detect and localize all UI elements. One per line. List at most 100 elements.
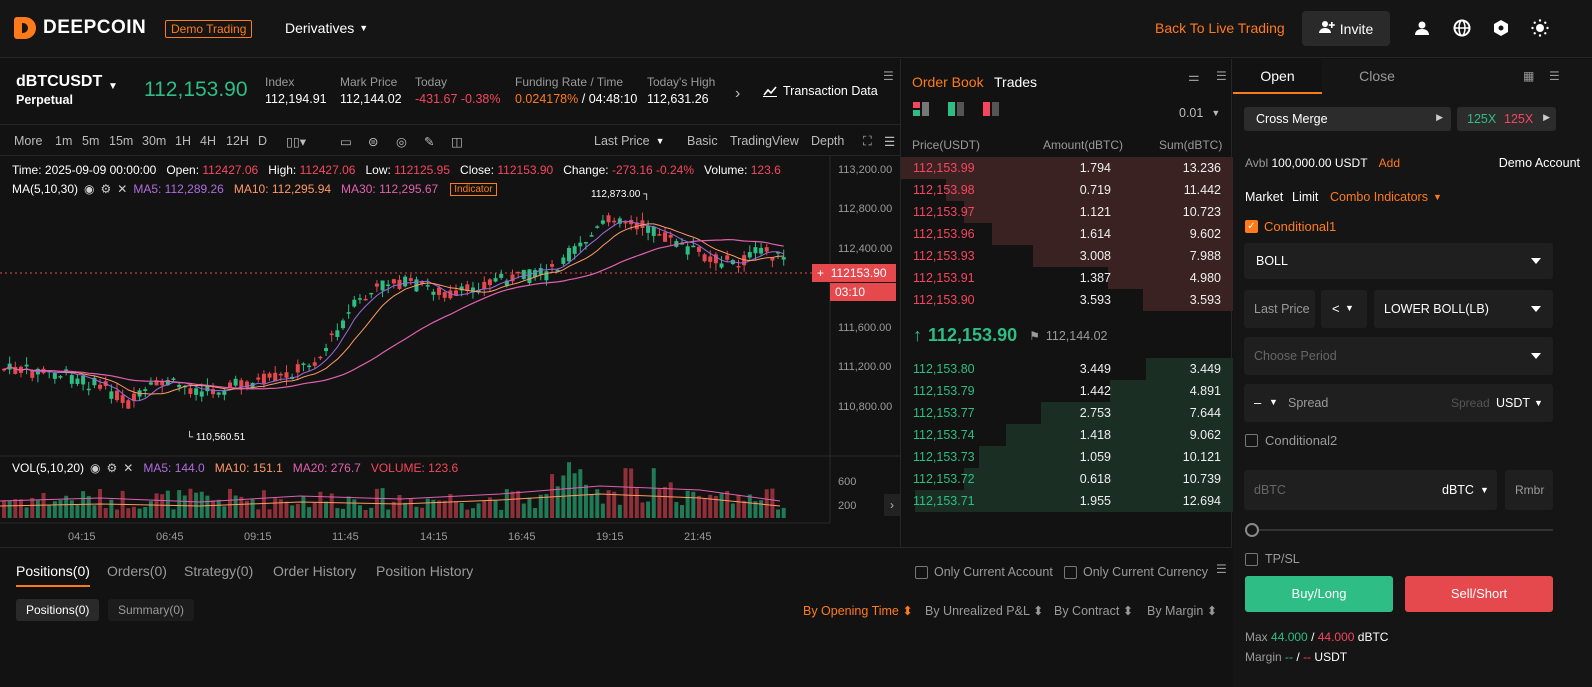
tab-position-history[interactable]: Position History (376, 563, 473, 579)
tab-strategy[interactable]: Strategy(0) (184, 563, 253, 579)
user-icon[interactable] (1412, 18, 1432, 38)
ask-row[interactable]: 112,153.93 3.008 7.988 (901, 245, 1233, 267)
bid-row[interactable]: 112,153.72 0.618 10.739 (901, 468, 1233, 490)
chevron-right-icon[interactable]: › (735, 85, 740, 103)
quantity-input[interactable]: dBTC dBTC ▼ (1244, 470, 1497, 510)
symbol-caret-icon[interactable]: ▼ (108, 81, 118, 92)
gear-icon[interactable]: ⚙ (101, 182, 112, 196)
sort-opening-time[interactable]: By Opening Time ⬍ (803, 603, 913, 618)
leverage-select[interactable]: 125X 125X ▶ (1457, 107, 1556, 131)
compare-icon[interactable]: ⊜ (368, 134, 378, 149)
menu-lines-icon[interactable]: ☰ (1216, 69, 1227, 83)
settings-icon[interactable]: ◎ (396, 134, 407, 149)
rmbr-button[interactable]: Rmbr (1505, 470, 1553, 510)
subtab-summary[interactable]: Summary(0) (108, 599, 195, 621)
eye-icon[interactable]: ◉ (84, 182, 94, 196)
view-basic[interactable]: Basic (687, 134, 718, 148)
ordertype-limit[interactable]: Limit (1292, 190, 1318, 204)
ordertype-combo[interactable]: Combo Indicators ▼ (1330, 190, 1442, 204)
bid-row[interactable]: 112,153.80 3.449 3.449 (901, 358, 1233, 380)
interval-15m[interactable]: 15m (109, 134, 133, 148)
scroll-right-icon[interactable]: › (884, 494, 900, 516)
only-current-account[interactable]: Only Current Account (915, 565, 1053, 579)
sign-select[interactable]: – (1254, 395, 1261, 410)
bid-row[interactable]: 112,153.73 1.059 10.121 (901, 446, 1233, 468)
sort-contract[interactable]: By Contract ⬍ (1054, 603, 1133, 618)
candle-type-icon[interactable]: ▯▯▾ (286, 134, 306, 149)
ask-row[interactable]: 112,153.97 1.121 10.723 (901, 201, 1233, 223)
sort-margin[interactable]: By Margin ⬍ (1147, 603, 1217, 618)
demo-trading-badge[interactable]: Demo Trading (165, 20, 253, 38)
price-type-select[interactable]: Last Price ▼ (594, 134, 665, 148)
invite-button[interactable]: Invite (1302, 11, 1390, 46)
fullscreen-icon[interactable]: ⛶ (863, 134, 872, 149)
interval-12h[interactable]: 12H (226, 134, 249, 148)
buy-long-button[interactable]: Buy/Long (1245, 576, 1393, 612)
interval-4h[interactable]: 4H (200, 134, 216, 148)
spread-input[interactable]: – ▼ Spread Spread USDT ▼ (1244, 384, 1553, 422)
bid-row[interactable]: 112,153.71 1.955 12.694 (901, 490, 1233, 512)
derivatives-menu[interactable]: Derivatives ▼ (285, 20, 368, 36)
checkbox-checked-icon[interactable]: ✓ (1245, 220, 1258, 233)
kline-chart[interactable]: 113,200.00 112,800.00 112,400.00 111,600.00… (0, 156, 900, 546)
view-depth[interactable]: Depth (811, 134, 844, 148)
conditional2-toggle[interactable]: Conditional2 (1245, 433, 1337, 448)
transaction-data-button[interactable]: Transaction Data (763, 84, 878, 98)
camera-icon[interactable]: ◫ (451, 134, 463, 149)
add-funds-link[interactable]: Add (1379, 156, 1400, 170)
ask-row[interactable]: 112,153.96 1.614 9.602 (901, 223, 1233, 245)
checkbox-icon[interactable] (1245, 552, 1258, 566)
theme-sun-icon[interactable] (1530, 18, 1550, 38)
operator-select[interactable]: < ▼ (1321, 290, 1367, 328)
indicator-badge[interactable]: Indicator (450, 182, 497, 196)
view-tradingview[interactable]: TradingView (730, 134, 799, 148)
tab-order-book[interactable]: Order Book (912, 74, 984, 90)
book-asks-icon[interactable] (983, 102, 999, 119)
settings-hex-icon[interactable] (1491, 18, 1511, 38)
plus-icon[interactable]: + (817, 266, 824, 280)
eye-icon[interactable]: ◉ (90, 461, 100, 475)
tab-close[interactable]: Close (1322, 59, 1432, 94)
price-step-select[interactable]: 0.01 ▼ (1179, 106, 1220, 120)
period-select[interactable]: Choose Period (1244, 337, 1553, 375)
tab-order-history[interactable]: Order History (273, 563, 356, 579)
spread-unit[interactable]: USDT (1496, 396, 1530, 410)
menu-lines-icon[interactable]: ☰ (884, 134, 895, 149)
tab-open[interactable]: Open (1233, 59, 1322, 94)
tab-positions[interactable]: Positions(0) (16, 563, 90, 587)
sell-short-button[interactable]: Sell/Short (1405, 576, 1553, 612)
interval-5m[interactable]: 5m (82, 134, 99, 148)
checkbox-icon[interactable] (1064, 565, 1077, 579)
tab-orders[interactable]: Orders(0) (107, 563, 167, 579)
tpsl-toggle[interactable]: TP/SL (1245, 552, 1300, 566)
menu-lines-icon[interactable]: ☰ (1549, 69, 1560, 83)
only-current-currency[interactable]: Only Current Currency (1064, 565, 1208, 579)
quantity-slider[interactable] (1249, 529, 1553, 531)
ordertype-market[interactable]: Market (1245, 190, 1283, 204)
book-bids-icon[interactable] (948, 102, 964, 119)
conditional1-toggle[interactable]: ✓ Conditional1 (1245, 219, 1336, 234)
gear-icon[interactable]: ⚙ (107, 461, 118, 475)
interval-1m[interactable]: 1m (55, 134, 72, 148)
menu-lines-icon[interactable]: ☰ (1216, 562, 1227, 576)
bid-row[interactable]: 112,153.79 1.442 4.891 (901, 380, 1233, 402)
menu-lines-icon[interactable]: ☰ (883, 69, 894, 83)
chart-canvas[interactable]: 113,200.00 112,800.00 112,400.00 111,600.00… (0, 156, 900, 546)
ask-row[interactable]: 112,153.98 0.719 11.442 (901, 179, 1233, 201)
band-select[interactable]: LOWER BOLL(LB) (1374, 290, 1553, 328)
tab-trades[interactable]: Trades (994, 74, 1037, 90)
close-icon[interactable]: ✕ (123, 461, 133, 475)
back-to-live-link[interactable]: Back To Live Trading (1155, 20, 1285, 36)
close-icon[interactable]: ✕ (117, 182, 127, 196)
globe-icon[interactable] (1452, 18, 1472, 38)
book-both-icon[interactable] (913, 102, 929, 119)
interval-d[interactable]: D (258, 134, 267, 148)
bid-row[interactable]: 112,153.77 2.753 7.644 (901, 402, 1233, 424)
margin-mode-select[interactable]: Cross Merge ▶ (1244, 107, 1451, 131)
ask-row[interactable]: 112,153.99 1.794 13.236 (901, 157, 1233, 179)
interval-30m[interactable]: 30m (142, 134, 166, 148)
symbol-selector[interactable]: dBTCUSDT Perpetual (16, 73, 102, 107)
interval-1h[interactable]: 1H (175, 134, 191, 148)
checkbox-icon[interactable] (1245, 434, 1258, 447)
trigger-price-type[interactable]: Last Price (1244, 290, 1315, 328)
